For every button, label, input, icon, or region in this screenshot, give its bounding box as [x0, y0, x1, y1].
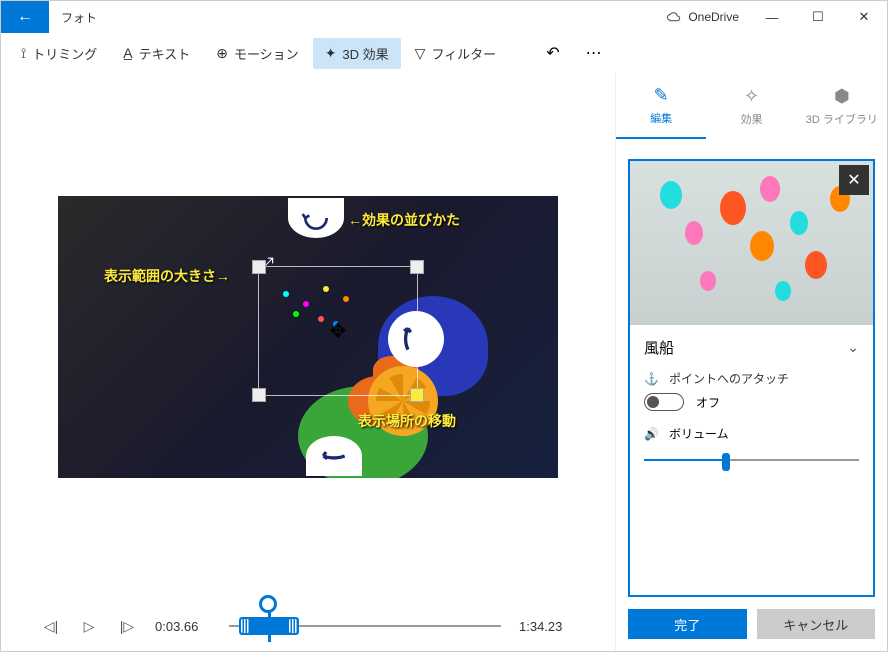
remove-effect-button[interactable]: ✕	[839, 165, 869, 195]
rotate-z-button[interactable]	[288, 198, 344, 238]
app-title: フォト	[49, 1, 109, 33]
titlebar-drag[interactable]	[109, 1, 656, 33]
sparkles-icon: ✧	[744, 86, 759, 107]
text-label: テキスト	[139, 44, 191, 63]
resize-handle-bl[interactable]	[252, 388, 266, 402]
trim-icon: ⟟	[21, 45, 26, 62]
resize-handle-tl[interactable]	[252, 260, 266, 274]
pencil-icon: ✎	[654, 85, 669, 106]
video-preview[interactable]: ←効果の並びかた 表示範囲の大きさ→ 表示場所の移動 ⤢	[58, 196, 558, 478]
cancel-button[interactable]: キャンセル	[757, 609, 876, 639]
motion-label: モーション	[234, 44, 299, 63]
anchor-icon: ⚓	[644, 372, 659, 386]
volume-slider[interactable]	[644, 450, 859, 470]
annotation-size: 表示範囲の大きさ→	[104, 266, 230, 286]
3d-effects-button[interactable]: ✦ 3D 効果	[313, 38, 401, 69]
effect-panel: ✕ 風船 ⌄ ⚓ ポイントへのアタッチ オフ 🔊 ボリューム	[628, 159, 875, 597]
attach-toggle[interactable]	[644, 393, 684, 411]
tab-effects-label: 効果	[740, 111, 762, 127]
cube-icon: ⬢	[834, 86, 850, 107]
tab-effects[interactable]: ✧ 効果	[706, 73, 796, 139]
playhead[interactable]	[259, 595, 277, 613]
effect-thumbnail: ✕	[630, 161, 873, 325]
close-button[interactable]: ✕	[841, 1, 887, 33]
rotate-y-button[interactable]	[388, 311, 444, 367]
text-button[interactable]: A̲ テキスト	[111, 38, 202, 69]
resize-handle-br[interactable]	[410, 388, 424, 402]
text-icon: A̲	[123, 45, 132, 61]
tab-edit[interactable]: ✎ 編集	[616, 73, 706, 139]
filter-button[interactable]: ▽ フィルター	[403, 38, 509, 69]
cloud-icon	[666, 10, 682, 25]
minimize-button[interactable]: —	[749, 1, 795, 33]
volume-icon: 🔊	[644, 427, 659, 441]
next-frame-button[interactable]: |▷	[117, 618, 137, 635]
slider-fill	[644, 459, 726, 461]
clip-end-handle[interactable]	[289, 619, 297, 633]
total-time: 1:34.23	[519, 619, 575, 634]
play-button[interactable]: ▷	[79, 618, 99, 635]
volume-label: ボリューム	[669, 425, 729, 442]
effect-name: 風船	[644, 337, 674, 358]
chevron-down-icon: ⌄	[847, 339, 859, 356]
trim-button[interactable]: ⟟ トリミング	[9, 38, 109, 69]
motion-button[interactable]: ⊕ モーション	[204, 38, 310, 69]
slider-thumb[interactable]	[722, 453, 730, 471]
filter-label: フィルター	[431, 44, 496, 63]
onedrive-label: OneDrive	[688, 10, 739, 24]
annotation-move: 表示場所の移動	[358, 411, 456, 431]
onedrive-status[interactable]: OneDrive	[656, 1, 749, 33]
tab-3d-library[interactable]: ⬢ 3D ライブラリ	[797, 73, 887, 139]
clip-start-handle[interactable]	[241, 619, 249, 633]
filter-icon: ▽	[415, 45, 426, 62]
done-button[interactable]: 完了	[628, 609, 747, 639]
3d-effects-label: 3D 効果	[342, 44, 388, 63]
tab-edit-label: 編集	[650, 110, 672, 126]
current-time: 0:03.66	[155, 619, 211, 634]
prev-frame-button[interactable]: ◁|	[41, 618, 61, 635]
sparkle-icon: ✦	[325, 45, 337, 62]
toggle-state-label: オフ	[696, 394, 720, 411]
timeline-track[interactable]	[229, 611, 501, 641]
more-button[interactable]: ⋯	[576, 37, 614, 69]
maximize-button[interactable]: ☐	[795, 1, 841, 33]
attach-label: ポイントへのアタッチ	[669, 370, 789, 387]
undo-button[interactable]: ↶	[532, 37, 573, 69]
move-icon[interactable]: ✥	[330, 319, 347, 344]
motion-icon: ⊕	[216, 45, 228, 62]
back-button[interactable]: ←	[1, 1, 49, 33]
tab-3d-library-label: 3D ライブラリ	[806, 111, 878, 127]
trim-label: トリミング	[32, 44, 97, 63]
annotation-ordering: ←効果の並びかた	[348, 210, 460, 230]
effect-title-row[interactable]: 風船 ⌄	[644, 337, 859, 358]
rotate-x-button[interactable]	[306, 436, 362, 476]
resize-handle-tr[interactable]	[410, 260, 424, 274]
